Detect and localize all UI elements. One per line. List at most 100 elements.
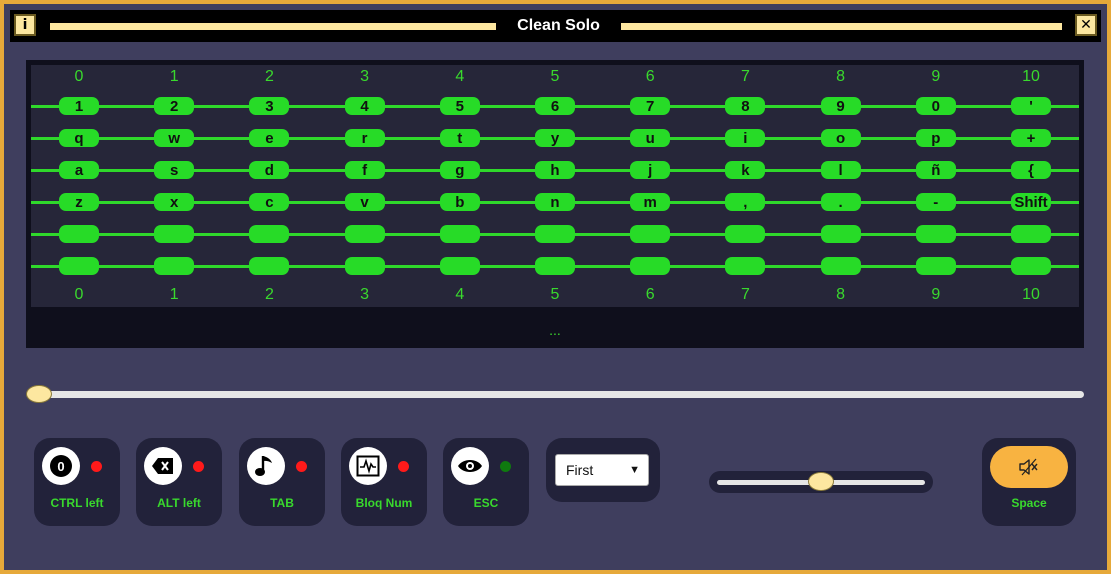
eye-icon[interactable] [451,447,489,485]
fret-key[interactable]: b [439,193,480,211]
fret-number-bottom: 8 [836,286,846,303]
close-button[interactable]: ✕ [1075,14,1097,36]
fret-key[interactable]: h [535,161,575,179]
fret-key[interactable]: 7 [630,97,671,115]
fret-number-bottom: 5 [550,286,560,303]
fret-key[interactable]: . [820,193,861,211]
fret-key[interactable] [915,225,956,243]
zero-badge-icon[interactable]: 0 [42,447,80,485]
fret-key[interactable]: c [249,193,290,211]
volume-slider-thumb[interactable] [808,472,834,491]
fret-number-bottom: 4 [455,286,465,303]
fret-key[interactable]: Shift [1011,193,1051,211]
fret-key[interactable]: k [725,161,766,179]
fret-key[interactable] [915,257,956,275]
waveform-icon[interactable] [349,447,387,485]
fret-key[interactable] [535,225,575,243]
fret-key[interactable]: u [630,129,671,147]
space-button[interactable] [990,446,1068,488]
fret-key[interactable] [535,257,575,275]
fret-key[interactable]: q [59,129,99,147]
fret-key[interactable] [820,257,861,275]
fret-key[interactable]: 0 [915,97,956,115]
fret-key[interactable]: 2 [154,97,195,115]
fret-key[interactable] [1011,257,1051,275]
fret-number-bottom: 9 [931,286,941,303]
fret-key[interactable]: z [59,193,99,211]
fret-key[interactable]: r [344,129,385,147]
title-bar-decoration-right [621,23,1062,30]
fretboard-status: ... [549,322,561,338]
fret-key[interactable]: e [249,129,290,147]
fret-key[interactable] [154,225,195,243]
fret-key[interactable]: p [915,129,956,147]
key-toggle[interactable]: Bloq Num [341,438,427,526]
fret-key[interactable] [59,257,99,275]
fret-key[interactable]: l [820,161,861,179]
mute-speaker-icon [1019,458,1038,476]
fret-key[interactable] [249,225,290,243]
fret-number-top: 6 [645,68,655,85]
fret-key[interactable] [820,225,861,243]
key-toggle[interactable]: 0 CTRL left [34,438,120,526]
fret-key[interactable]: j [630,161,671,179]
fret-key[interactable] [725,225,766,243]
fret-key[interactable] [344,225,385,243]
fret-key[interactable]: ' [1011,97,1051,115]
fret-number-bottom: 0 [74,286,84,303]
fret-key[interactable]: w [154,129,195,147]
fret-key[interactable]: s [154,161,195,179]
mode-select[interactable]: First ▼ [555,454,649,486]
fret-key[interactable] [439,225,480,243]
fret-key[interactable]: ñ [915,161,956,179]
key-toggle-label: TAB [270,496,294,510]
fret-key[interactable] [249,257,290,275]
window-title: Clean Solo [517,17,600,34]
fret-key[interactable] [154,257,195,275]
fret-key[interactable]: d [249,161,290,179]
fret-key[interactable]: 6 [535,97,575,115]
key-toggle[interactable]: TAB [239,438,325,526]
fret-key[interactable] [630,257,671,275]
status-indicator [500,461,511,472]
key-toggle[interactable]: ALT left [136,438,222,526]
fret-key[interactable]: 8 [725,97,766,115]
progress-track[interactable] [36,391,1084,398]
key-toggle[interactable]: ESC [443,438,529,526]
fret-key[interactable]: 4 [344,97,385,115]
fret-number-bottom: 6 [645,286,655,303]
fret-key[interactable]: v [344,193,385,211]
fret-key[interactable]: a [59,161,99,179]
fret-key[interactable]: 3 [249,97,290,115]
info-button[interactable]: i [14,14,36,36]
fret-key[interactable]: - [915,193,956,211]
fret-key[interactable]: o [820,129,861,147]
progress-slider-thumb[interactable] [26,385,52,403]
fret-key[interactable]: 1 [59,97,99,115]
fret-key[interactable]: n [535,193,575,211]
fret-key[interactable] [630,225,671,243]
backspace-icon[interactable] [144,447,182,485]
fretboard: 0 0 1 1 2 2 3 3 4 4 5 5 6 6 7 7 8 8 9 9 10 10 1 2 3 4 5 6 7 8 9 0 ' q w e r t… [26,60,1084,348]
space-control: Space [982,438,1076,526]
fret-key[interactable]: i [725,129,766,147]
fret-key[interactable] [439,257,480,275]
status-indicator [193,461,204,472]
fret-key[interactable]: { [1011,161,1051,179]
fret-key[interactable]: , [725,193,766,211]
fret-key[interactable] [1011,225,1051,243]
fret-key[interactable]: 9 [820,97,861,115]
volume-slider[interactable] [709,471,933,493]
fret-key[interactable]: m [630,193,671,211]
fret-key[interactable]: 5 [439,97,480,115]
music-note-icon[interactable] [247,447,285,485]
fret-key[interactable] [59,225,99,243]
fret-key[interactable] [344,257,385,275]
fret-key[interactable]: g [439,161,480,179]
fret-key[interactable]: f [344,161,385,179]
fret-key[interactable]: x [154,193,195,211]
fret-key[interactable]: y [535,129,575,147]
fret-key[interactable] [725,257,766,275]
fret-key[interactable]: + [1011,129,1051,147]
fret-key[interactable]: t [439,129,480,147]
